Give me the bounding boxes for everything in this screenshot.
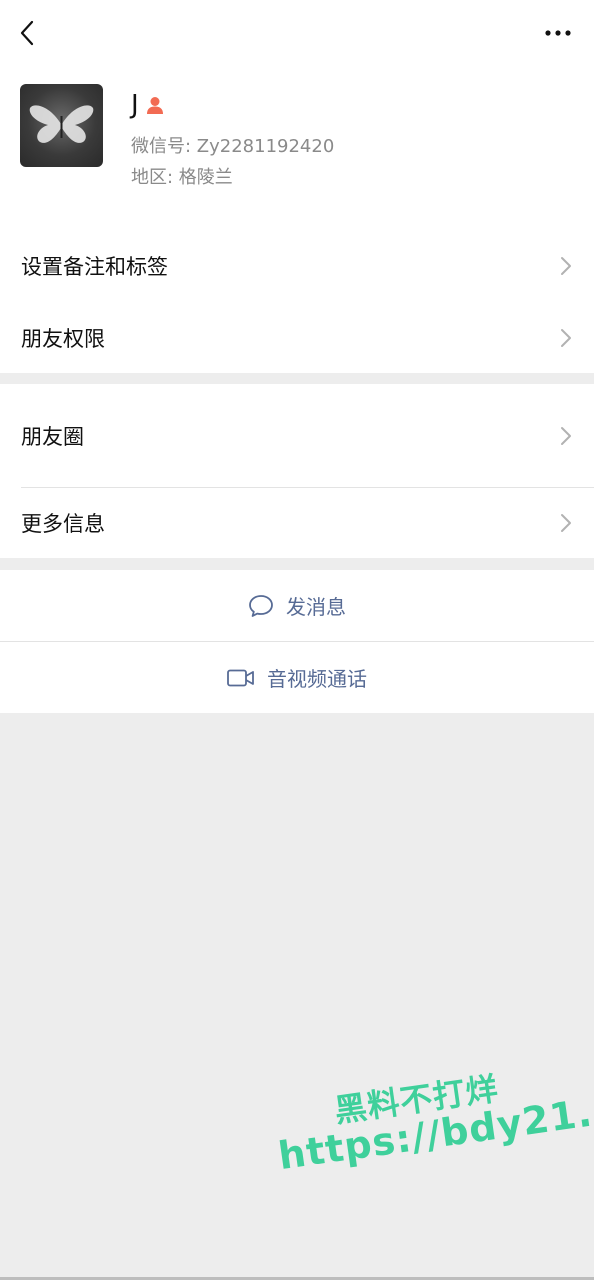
avatar[interactable] [20,84,103,167]
video-camera-icon [227,669,255,687]
video-call-label: 音视频通话 [267,667,367,691]
back-button[interactable] [12,18,42,48]
moments-row[interactable]: 朋友圈 [0,384,594,487]
female-icon [146,97,163,114]
chevron-right-icon [561,257,571,275]
more-dots-icon [545,30,571,36]
more-info-row[interactable]: 更多信息 [0,488,594,558]
chevron-right-icon [561,426,571,445]
friend-permissions-row[interactable]: 朋友权限 [0,302,594,373]
more-button[interactable] [540,20,576,46]
wechat-id: 微信号: Zy2281192420 [131,136,335,157]
friend-permissions-label: 朋友权限 [21,326,105,351]
chat-bubble-icon [248,594,274,618]
video-call-button[interactable]: 音视频通话 [0,642,594,713]
settings-remarks-row[interactable]: 设置备注和标签 [0,230,594,302]
send-message-label: 发消息 [286,595,346,619]
watermark: 黑料不打烊 https://bdy21.co [270,1050,594,1178]
chevron-left-icon [20,20,34,46]
settings-remarks-label: 设置备注和标签 [21,255,168,279]
contact-name-text: J [131,90,139,120]
contact-name: J [131,88,165,122]
more-info-label: 更多信息 [21,512,105,536]
chevron-right-icon [561,328,571,347]
butterfly-avatar-image [29,105,94,143]
send-message-button[interactable]: 发消息 [0,570,594,641]
moments-label: 朋友圈 [21,424,84,449]
chevron-right-icon [561,514,571,532]
region: 地区: 格陵兰 [131,167,233,188]
